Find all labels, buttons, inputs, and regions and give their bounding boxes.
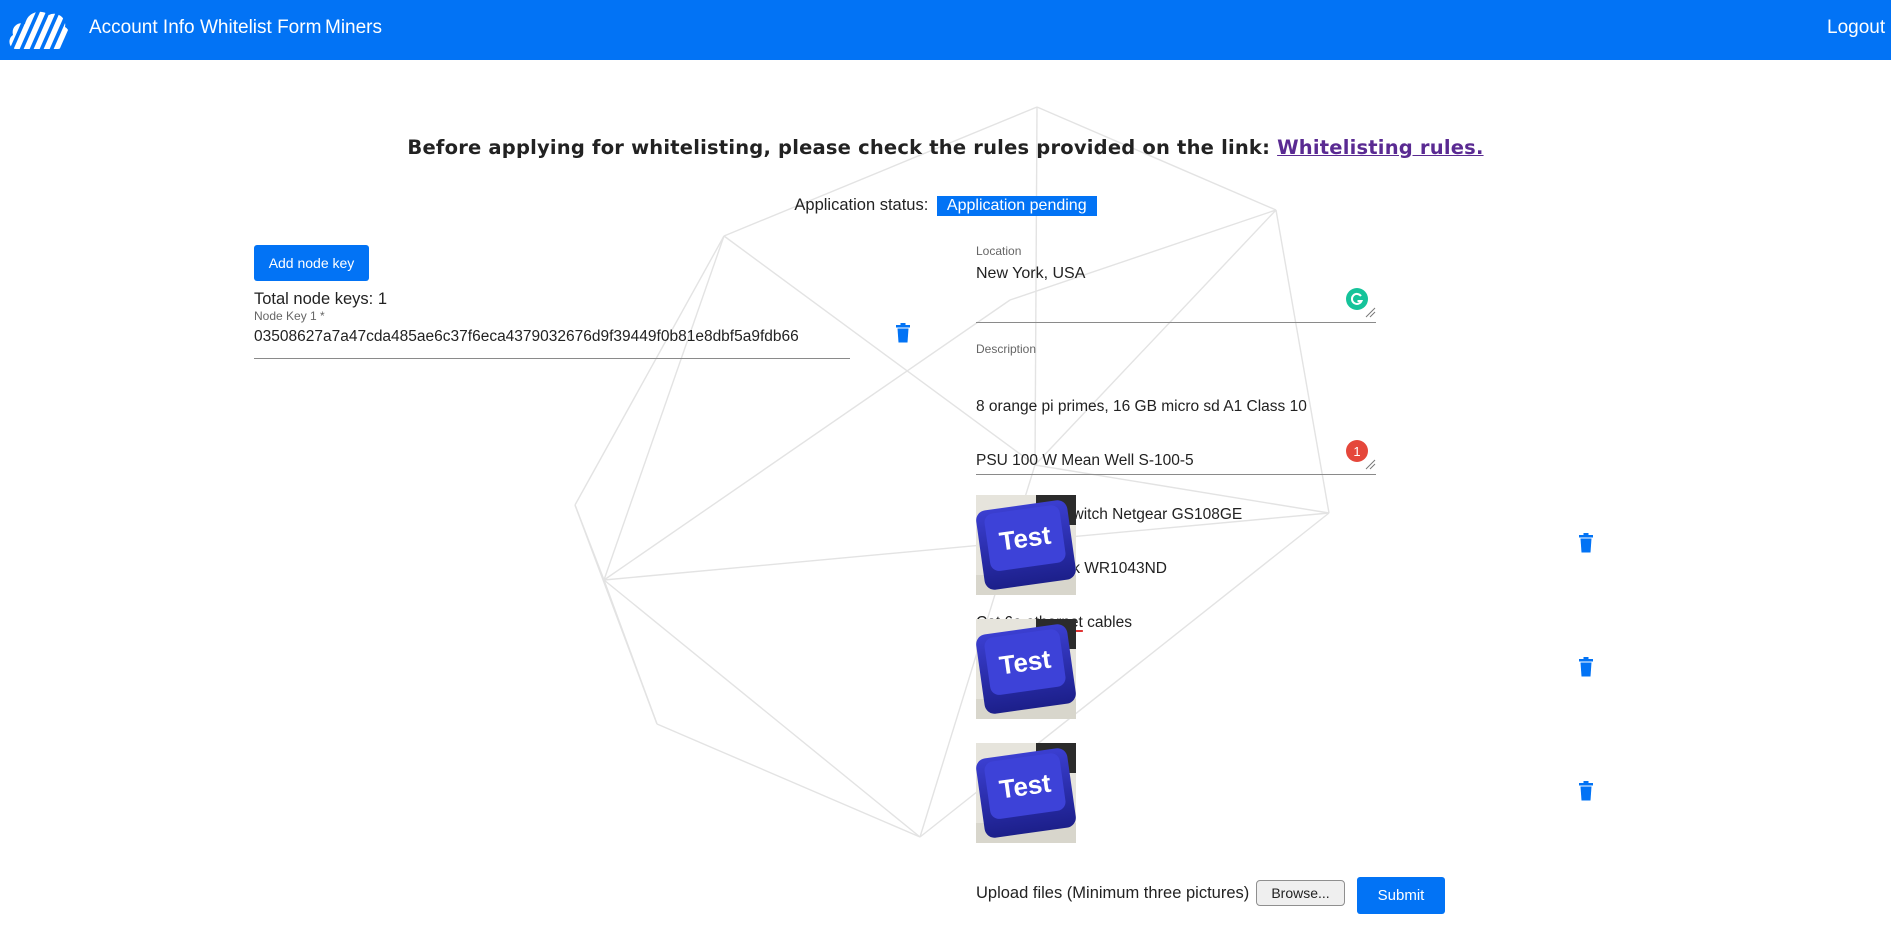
nav-whitelist-form[interactable]: Whitelist Form xyxy=(200,17,321,39)
description-resize-handle[interactable] xyxy=(1364,458,1376,470)
location-underline xyxy=(976,322,1376,323)
node-key-label: Node Key 1 * xyxy=(254,309,325,323)
upload-files-label: Upload files (Minimum three pictures) xyxy=(976,884,1250,902)
delete-image-icon[interactable] xyxy=(1578,657,1594,677)
location-label: Location xyxy=(976,244,1022,258)
uploaded-image: Test xyxy=(976,619,1076,719)
cloud-stripes-logo[interactable] xyxy=(8,5,70,51)
location-input[interactable]: New York, USA xyxy=(976,265,1085,283)
whitelisting-rules-link[interactable]: Whitelisting rules. xyxy=(1277,136,1483,159)
nav-logout[interactable]: Logout xyxy=(1827,17,1885,39)
description-line: PSU 100 W Mean Well S-100-5 xyxy=(976,452,1194,469)
status-badge: Application pending xyxy=(936,196,1097,216)
delete-node-key-icon[interactable] xyxy=(895,323,911,343)
uploaded-image: Test xyxy=(976,743,1076,843)
submit-button[interactable]: Submit xyxy=(1357,877,1445,914)
application-status-label: Application status: xyxy=(794,196,929,214)
add-node-key-button[interactable]: Add node key xyxy=(254,245,369,281)
nav-miners[interactable]: Miners xyxy=(325,17,382,39)
rules-notice-text: Before applying for whitelisting, please… xyxy=(407,136,1271,159)
node-key-underline xyxy=(254,358,850,359)
background-network-lines xyxy=(574,106,1330,838)
delete-image-icon[interactable] xyxy=(1578,781,1594,801)
top-navbar: Account Info Whitelist Form Miners Logou… xyxy=(0,0,1891,60)
uploaded-image: Test xyxy=(976,495,1076,595)
node-key-input[interactable]: 03508627a7a47cda485ae6c37f6eca4379032676… xyxy=(254,328,799,346)
location-resize-handle[interactable] xyxy=(1364,306,1376,318)
description-underline xyxy=(976,474,1376,475)
description-line: 8 orange pi primes, 16 GB micro sd A1 Cl… xyxy=(976,398,1307,415)
delete-image-icon[interactable] xyxy=(1578,533,1594,553)
browse-button[interactable]: Browse... xyxy=(1256,880,1345,906)
rules-notice: Before applying for whitelisting, please… xyxy=(0,136,1891,159)
total-node-keys: Total node keys: 1 xyxy=(254,290,387,308)
description-label: Description xyxy=(976,342,1037,356)
application-status-row: Application status: Application pending xyxy=(0,196,1891,216)
nav-account-info[interactable]: Account Info xyxy=(89,17,195,39)
